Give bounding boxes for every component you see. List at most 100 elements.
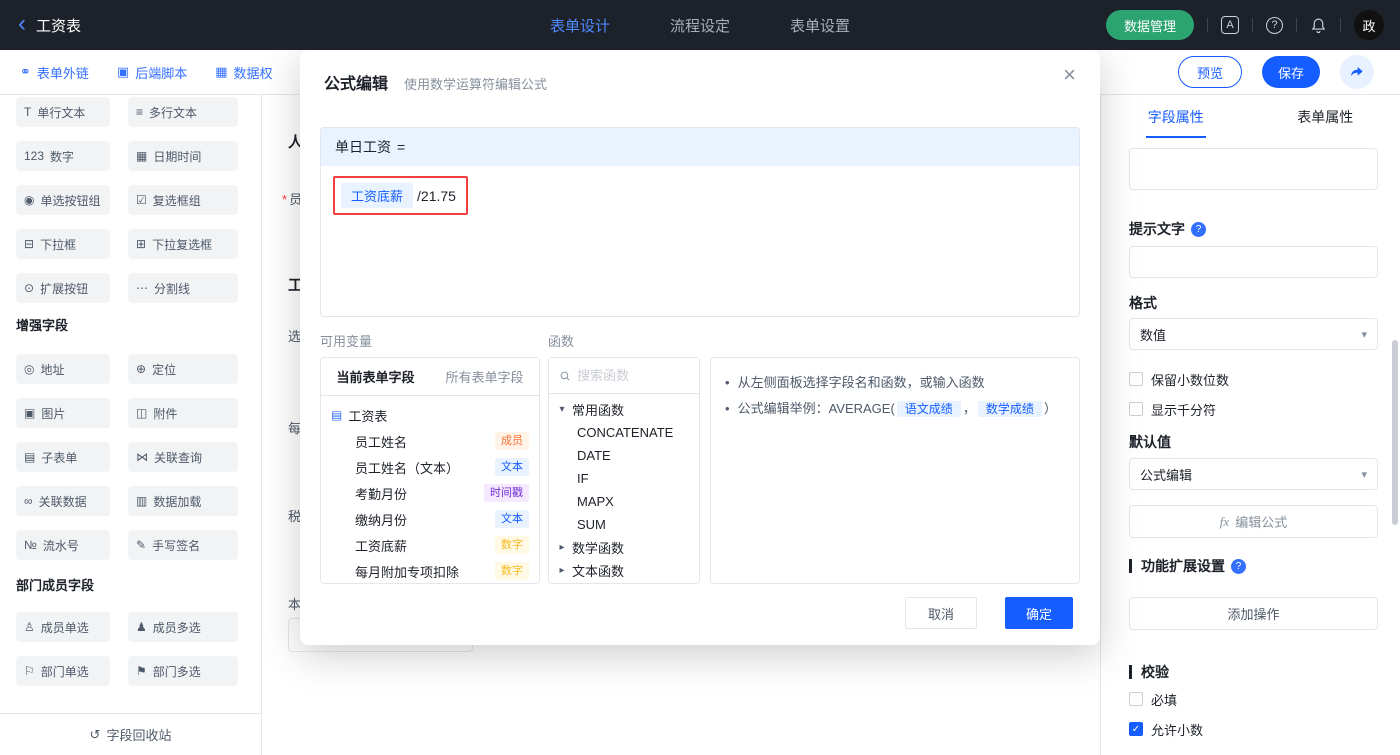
- tab-all-form-fields[interactable]: 所有表单字段: [430, 358, 539, 395]
- field-type-item[interactable]: № 流水号: [16, 530, 110, 560]
- confirm-button[interactable]: 确定: [1005, 597, 1073, 629]
- divider: [1296, 18, 1297, 32]
- field-type-item[interactable]: ⊟ 下拉框: [16, 229, 110, 259]
- data-manage-button[interactable]: 数据管理: [1105, 10, 1194, 40]
- field-type-icon: ⚑: [136, 664, 147, 678]
- tree-root[interactable]: ▤ 工资表: [331, 402, 529, 428]
- variables-tabs: 当前表单字段 所有表单字段: [321, 358, 539, 396]
- field-type-item[interactable]: ⋈ 关联查询: [128, 442, 238, 472]
- close-icon[interactable]: ×: [1063, 64, 1076, 86]
- field-type-item[interactable]: ▤ 子表单: [16, 442, 110, 472]
- field-type-icon: ☑: [136, 193, 147, 207]
- field-type-item[interactable]: ∞ 关联数据: [16, 486, 110, 516]
- field-type-item[interactable]: T 单行文本: [16, 97, 110, 127]
- share-button[interactable]: [1340, 55, 1374, 89]
- hint-text-input[interactable]: [1129, 246, 1378, 278]
- cancel-button[interactable]: 取消: [905, 597, 977, 629]
- tab-field-properties[interactable]: 字段属性: [1101, 95, 1251, 139]
- function-group-common[interactable]: ▾ 常用函数: [557, 398, 691, 421]
- field-type-item[interactable]: ♟ 成员多选: [128, 612, 238, 642]
- edit-formula-button[interactable]: fx 编辑公式: [1129, 505, 1378, 538]
- function-item[interactable]: CONCATENATE: [557, 421, 691, 444]
- variable-item[interactable]: 考勤月份 时间戳: [331, 480, 529, 506]
- function-group-text[interactable]: ▸ 文本函数: [557, 559, 691, 582]
- field-type-item[interactable]: ◫ 附件: [128, 398, 238, 428]
- backend-script-link[interactable]: ▣ 后端脚本: [117, 63, 187, 82]
- modal-panels: 当前表单字段 所有表单字段 ▤ 工资表 员工姓名 成员 员工姓名（文本） 文本 考勤…: [320, 357, 1080, 584]
- help-circle-icon[interactable]: ?: [1231, 558, 1246, 574]
- functions-label: 函数: [548, 334, 575, 349]
- function-group-math[interactable]: ▸ 数学函数: [557, 536, 691, 559]
- save-button[interactable]: 保存: [1262, 56, 1320, 88]
- required-mark: *: [282, 192, 288, 207]
- basic-fields-grid: T 单行文本 ≡ 多行文本 123 数字 ▦ 日期时间 ◉ 单选按钮组 ☑ 复选框组 ⊟ 下拉…: [16, 97, 238, 303]
- avatar[interactable]: 政: [1354, 10, 1384, 40]
- thousand-separator-checkbox[interactable]: 显示千分符: [1129, 400, 1378, 418]
- field-type-item[interactable]: ⊙ 扩展按钮: [16, 273, 110, 303]
- keep-decimal-checkbox[interactable]: 保留小数位数: [1129, 370, 1378, 388]
- app-root: ‹ 工资表 表单设计 流程设定 表单设置 数据管理 A ? 政 ⚭ 表单外链 ▣…: [0, 0, 1400, 755]
- format-select[interactable]: 数值 ▾: [1129, 318, 1378, 350]
- tab-form-setting[interactable]: 表单设置: [790, 15, 850, 36]
- function-item[interactable]: MAPX: [557, 490, 691, 513]
- form-external-link[interactable]: ⚭ 表单外链: [20, 63, 89, 82]
- field-type-icon: ✎: [136, 538, 147, 552]
- add-action-button[interactable]: 添加操作: [1129, 597, 1378, 630]
- field-type-item[interactable]: ◎ 地址: [16, 354, 110, 384]
- help-circle-icon[interactable]: ?: [1191, 221, 1206, 237]
- help-icon[interactable]: ?: [1266, 16, 1283, 34]
- field-type-item[interactable]: ⊕ 定位: [128, 354, 238, 384]
- variable-item[interactable]: 员工姓名（文本） 文本: [331, 454, 529, 480]
- equals-sign: =: [397, 139, 406, 155]
- variable-item[interactable]: 员工姓名 成员: [331, 428, 529, 454]
- chevron-down-icon: ▾: [559, 404, 565, 415]
- back-icon[interactable]: ‹: [18, 11, 26, 36]
- field-type-icon: T: [24, 105, 32, 119]
- variable-item[interactable]: 工资底薪 数字: [331, 532, 529, 558]
- tab-form-design[interactable]: 表单设计: [550, 15, 610, 36]
- tab-flow-setting[interactable]: 流程设定: [670, 15, 730, 36]
- title-input[interactable]: [1129, 148, 1378, 190]
- formula-input-area[interactable]: 工资底薪 /21.75: [321, 166, 1079, 316]
- field-type-item[interactable]: ✎ 手写签名: [128, 530, 238, 560]
- field-type-item[interactable]: ≡ 多行文本: [128, 97, 238, 127]
- variable-item[interactable]: 缴纳月份 文本: [331, 506, 529, 532]
- notification-bell-icon[interactable]: [1310, 17, 1327, 34]
- function-item[interactable]: DATE: [557, 444, 691, 467]
- field-recycle-bin[interactable]: ↺ 字段回收站: [0, 713, 261, 755]
- function-item[interactable]: SUM: [557, 513, 691, 536]
- field-type-item[interactable]: ◉ 单选按钮组: [16, 185, 110, 215]
- variables-label: 可用变量: [320, 334, 373, 349]
- bullet-icon: •: [725, 375, 730, 390]
- field-type-item[interactable]: ⚐ 部门单选: [16, 656, 110, 686]
- variable-item[interactable]: 每月附加专项扣除 数字: [331, 558, 529, 583]
- tab-form-properties[interactable]: 表单属性: [1251, 95, 1400, 139]
- default-value-select[interactable]: 公式编辑 ▾: [1129, 458, 1378, 490]
- field-type-item[interactable]: ⊞ 下拉复选框: [128, 229, 238, 259]
- modal-header: 公式编辑 使用数学运算符编辑公式 ×: [300, 50, 1100, 94]
- topbar-left: ‹ 工资表: [0, 11, 260, 36]
- function-search-input[interactable]: [577, 368, 689, 383]
- allow-decimal-checkbox[interactable]: ✓ 允许小数: [1129, 720, 1378, 738]
- field-type-item[interactable]: ⋯ 分割线: [128, 273, 238, 303]
- field-type-item[interactable]: ▥ 数据加载: [128, 486, 238, 516]
- required-checkbox[interactable]: 必填: [1129, 690, 1378, 708]
- checkbox-box: [1129, 372, 1143, 386]
- field-type-item[interactable]: ▣ 图片: [16, 398, 110, 428]
- function-item[interactable]: IF: [557, 467, 691, 490]
- field-type-item[interactable]: 123 数字: [16, 141, 110, 171]
- translate-icon[interactable]: A: [1221, 16, 1239, 34]
- data-permission-link[interactable]: ▦ 数据权: [215, 63, 272, 82]
- tab-current-form-fields[interactable]: 当前表单字段: [321, 358, 430, 395]
- modal-title: 公式编辑: [324, 76, 389, 93]
- field-chip[interactable]: 工资底薪: [341, 183, 414, 208]
- functions-panel: ▾常用函数 CONCATENATE DATE IF MAPX SUM ▸数学函数…: [548, 357, 700, 584]
- field-type-item[interactable]: ♙ 成员单选: [16, 612, 110, 642]
- type-tag: 文本: [495, 510, 529, 528]
- field-type-icon: ∞: [24, 494, 33, 508]
- field-type-item[interactable]: ☑ 复选框组: [128, 185, 238, 215]
- field-type-item[interactable]: ⚑ 部门多选: [128, 656, 238, 686]
- field-type-item[interactable]: ▦ 日期时间: [128, 141, 238, 171]
- preview-button[interactable]: 预览: [1178, 56, 1242, 88]
- scrollbar-thumb[interactable]: [1392, 340, 1398, 525]
